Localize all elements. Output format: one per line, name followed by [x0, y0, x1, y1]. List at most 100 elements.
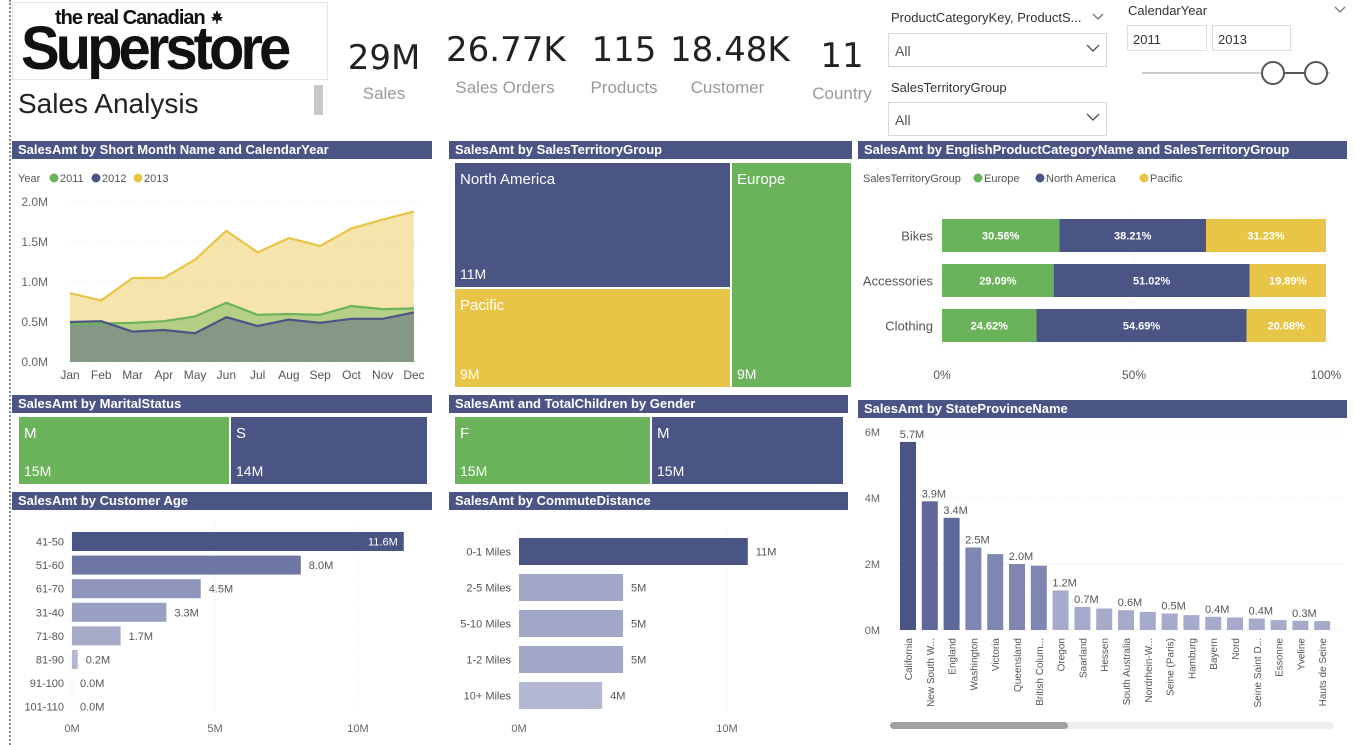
- y-tick-label: 2M: [865, 559, 880, 571]
- x-tick-label: 10M: [716, 723, 737, 735]
- chevron-down-icon[interactable]: [1092, 13, 1104, 21]
- panel-title-state: SalesAmt by StateProvinceName: [858, 400, 1347, 418]
- legend-label-2012: 2012: [102, 173, 126, 185]
- data-label: 5M: [631, 655, 646, 667]
- data-label: 5M: [631, 583, 646, 595]
- legend-marker: [1139, 173, 1149, 183]
- treemap-tile-male[interactable]: M 15M: [651, 416, 844, 485]
- x-tick-label: Dec: [403, 368, 424, 382]
- state-province-column-chart: 6M 4M 2M 0M 5.7M California 3.9M New South W...…: [865, 427, 1344, 729]
- column: [1183, 615, 1200, 630]
- column: [1248, 618, 1265, 630]
- territory-slicer-dropdown[interactable]: All: [888, 102, 1107, 136]
- y-tick-label: 2.0M: [21, 195, 48, 209]
- y-tick-label: 1.0M: [21, 275, 48, 289]
- slider-handle-to[interactable]: [1304, 61, 1328, 85]
- treemap-tile-pacific[interactable]: Pacific 9M: [454, 288, 731, 388]
- tile-name: M: [24, 425, 37, 442]
- kpi-customer: 18.48K Customer: [670, 30, 790, 98]
- data-label: 5M: [631, 619, 646, 631]
- column: [1270, 620, 1287, 630]
- x-tick-label: Feb: [91, 368, 112, 382]
- y-tick-label: 41-50: [36, 537, 64, 549]
- page-border-dotted: [9, 0, 11, 745]
- legend-label: Europe: [984, 173, 1019, 185]
- kpi-label: Sales: [362, 84, 406, 103]
- column: [1030, 565, 1047, 630]
- y-tick-label: 0-1 Miles: [466, 547, 511, 559]
- treemap-tile-europe[interactable]: Europe 9M: [731, 162, 852, 388]
- treemap-tile-female[interactable]: F 15M: [454, 416, 651, 485]
- column: [987, 554, 1004, 630]
- panel-title-gender: SalesAmt and TotalChildren by Gender: [449, 395, 848, 413]
- column: [943, 517, 960, 630]
- product-slicer-dropdown[interactable]: All: [888, 33, 1107, 67]
- year-from-input[interactable]: 2011: [1127, 25, 1207, 51]
- scroll-handle[interactable]: [314, 85, 323, 115]
- column: [1292, 620, 1309, 630]
- tile-value: 9M: [460, 366, 480, 382]
- slider-handle-from[interactable]: [1261, 61, 1285, 85]
- x-tick-label: Hamburg: [1187, 638, 1198, 679]
- x-tick-label: New South W...: [926, 638, 937, 707]
- data-label: 11M: [756, 547, 777, 559]
- x-tick-label: South Australia: [1122, 638, 1133, 706]
- column: [1161, 613, 1178, 630]
- x-tick-label: 0M: [64, 723, 79, 735]
- panel-title-age: SalesAmt by Customer Age: [12, 492, 432, 510]
- y-tick-label: 10+ Miles: [464, 691, 512, 703]
- bar: [72, 555, 301, 575]
- legend-marker: [973, 173, 983, 183]
- y-tick-label: Bikes: [901, 229, 933, 244]
- panel-title-month-year: SalesAmt by Short Month Name and Calenda…: [12, 141, 432, 159]
- data-label: 1.7M: [129, 631, 153, 643]
- kpi-sales-orders: 26.77K Sales Orders: [446, 30, 566, 98]
- x-tick-label: Apr: [154, 368, 173, 382]
- scrollbar-thumb[interactable]: [890, 722, 1068, 729]
- tile-name: Europe: [737, 171, 786, 188]
- data-label: 0.7M: [1074, 594, 1098, 606]
- superstore-logo: the real Canadian Superstore: [12, 2, 328, 80]
- dropdown-value: All: [895, 43, 911, 59]
- x-tick-label: Jun: [217, 368, 236, 382]
- x-tick-label: Nord: [1231, 638, 1242, 660]
- x-tick-label: Sep: [310, 368, 332, 382]
- data-label: 0.0M: [80, 702, 104, 714]
- data-label: 0.3M: [1292, 608, 1316, 620]
- tile-name: F: [460, 425, 470, 442]
- y-tick-label: Clothing: [885, 319, 933, 334]
- data-label: 3.3M: [174, 607, 198, 619]
- legend-marker: [1035, 173, 1045, 183]
- x-tick-label: Oregon: [1057, 638, 1068, 671]
- y-tick-label: 0.0M: [21, 355, 48, 369]
- panel-title-category-territory: SalesAmt by EnglishProductCategoryName a…: [858, 141, 1347, 159]
- data-label: 31.23%: [1247, 231, 1285, 243]
- month-year-area-chart: Year 2011 2012 2013 2.0M 1.5M 1.0M 0.5M 0.0M Jan F…: [18, 173, 425, 382]
- y-tick-label: 31-40: [36, 607, 64, 619]
- data-label: 0.0M: [80, 678, 104, 690]
- y-tick-label: 6M: [865, 427, 880, 439]
- data-label: 2.5M: [965, 535, 989, 547]
- bar: [72, 579, 201, 599]
- kpi-label: Products: [590, 78, 658, 97]
- data-label: 8.0M: [309, 560, 333, 572]
- kpi-value: 11: [820, 36, 864, 76]
- column: [1139, 611, 1156, 630]
- treemap-tile-married[interactable]: M 15M: [18, 416, 230, 485]
- data-label: 11.6M: [368, 537, 398, 549]
- chevron-down-icon: [1086, 44, 1100, 52]
- treemap-tile-single[interactable]: S 14M: [230, 416, 428, 485]
- data-label: 30.56%: [982, 231, 1020, 243]
- x-tick-label: 10M: [347, 723, 368, 735]
- year-range-slider[interactable]: [1140, 58, 1340, 88]
- x-tick-label: Mar: [122, 368, 143, 382]
- year-slicer-title: CalendarYear: [1128, 3, 1208, 18]
- kpi-value: 18.48K: [670, 30, 790, 70]
- treemap-tile-north-america[interactable]: North America 11M: [454, 162, 731, 288]
- y-tick-label: Accessories: [863, 274, 934, 289]
- year-to-input[interactable]: 2013: [1212, 25, 1291, 51]
- chevron-down-icon[interactable]: [1334, 6, 1346, 14]
- y-tick-label: 1-2 Miles: [466, 655, 511, 667]
- kpi-label: Sales Orders: [455, 78, 555, 97]
- x-tick-label: 100%: [1311, 368, 1342, 382]
